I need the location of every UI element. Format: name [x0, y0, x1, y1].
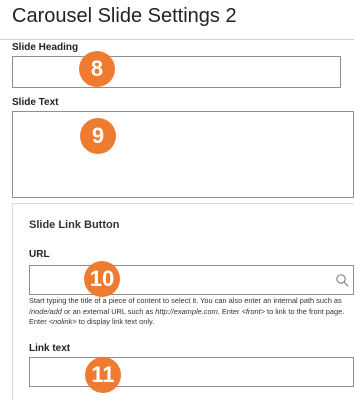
help-example-url: http://example.com — [155, 306, 218, 316]
page-title: Carousel Slide Settings 2 — [12, 5, 237, 27]
slide-text-textarea[interactable] — [12, 111, 354, 198]
carousel-slide-settings-form: Carousel Slide Settings 2 Slide Heading … — [0, 0, 354, 400]
help-text-part: to display link text only. — [76, 317, 155, 326]
slide-text-label: Slide Text — [12, 97, 59, 108]
slide-heading-label: Slide Heading — [12, 42, 79, 53]
search-icon[interactable] — [335, 273, 349, 287]
link-text-input[interactable] — [29, 357, 354, 387]
link-text-label: Link text — [29, 343, 71, 354]
url-label: URL — [29, 249, 50, 260]
help-text-part: Start typing the title of a piece of con… — [29, 296, 342, 305]
help-text-part: . Enter — [217, 306, 242, 316]
help-example-nolink: <nolink> — [48, 317, 77, 326]
help-text-part: or an external URL such as — [61, 306, 156, 316]
help-example-front: <front> — [241, 306, 265, 316]
step-badge-11: 11 — [85, 357, 121, 393]
title-divider — [0, 39, 354, 40]
help-example-node-add: /node/add — [29, 306, 62, 316]
url-input[interactable] — [29, 265, 354, 295]
panel-title: Slide Link Button — [29, 219, 120, 231]
step-badge-10: 10 — [84, 261, 120, 297]
step-badge-8: 8 — [79, 51, 115, 87]
step-badge-9: 9 — [80, 118, 116, 154]
slide-heading-input[interactable] — [12, 56, 341, 88]
url-help-text: Start typing the title of a piece of con… — [29, 296, 353, 328]
